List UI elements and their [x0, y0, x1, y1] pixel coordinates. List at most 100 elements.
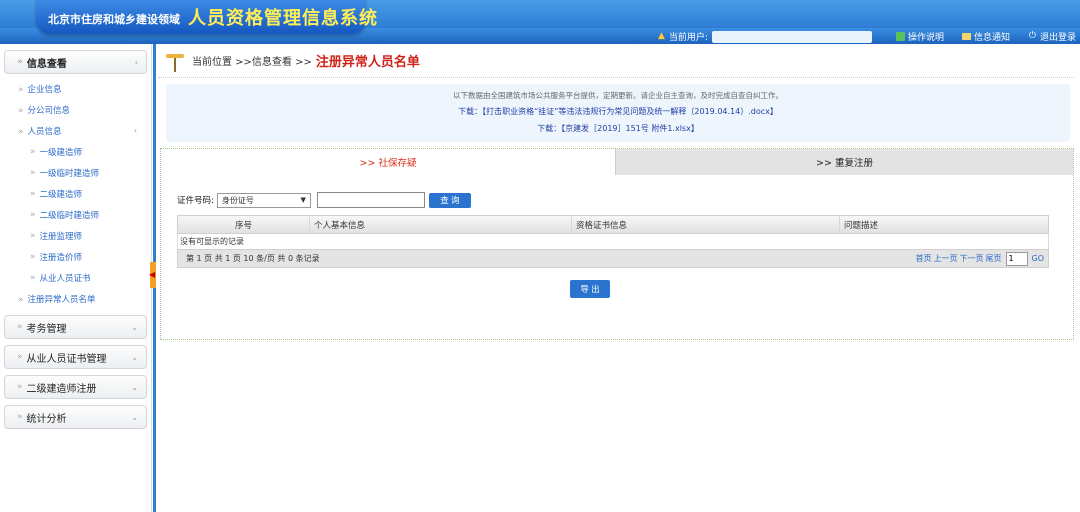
download-link-xlsx[interactable]: 下载：【京建发［2019］151号 附件1.xlsx】 [166, 123, 1070, 134]
current-user-value [711, 30, 872, 43]
current-user: ▲ 当前用户: [657, 30, 878, 43]
table-header: 序号 个人基本信息 资格证书信息 问题描述 [177, 215, 1049, 234]
book-icon [895, 32, 905, 41]
breadcrumb-prefix: 当前位置 >>信息查看 >> [192, 57, 312, 68]
arrow-left-icon: ◀ [149, 270, 156, 279]
sidebar-section-second-reg[interactable]: » 二级建造师注册 ⌄ [4, 375, 147, 399]
chevron-down-icon: ‹ [133, 126, 137, 135]
sidebar-subitem-label: 二级建造师 [39, 189, 83, 200]
breadcrumb: 当前位置 >>信息查看 >> 注册异常人员名单 [158, 44, 1074, 78]
help-label: 操作说明 [907, 33, 944, 43]
sidebar-subitem-label: 一级临时建造师 [39, 168, 100, 179]
sidebar-section-text: 信息查看 [26, 58, 67, 70]
current-user-label: 当前用户: [668, 33, 708, 43]
chevron-right-icon: » [30, 188, 36, 199]
sidebar-section-text: 从业人员证书管理 [26, 353, 107, 365]
sidebar-item-branch[interactable]: » 分公司信息 [0, 99, 151, 120]
notice-text: 以下数据由全国建筑市场公共服务平台提供，定期更新。请企业自主查询，及时完成自查自… [453, 91, 783, 100]
sidebar-section-text: 统计分析 [26, 413, 67, 425]
chevron-left-icon: ‹ [134, 57, 138, 67]
chevron-right-icon: » [30, 251, 36, 262]
sidebar-subitem-label: 一级建造师 [39, 147, 83, 158]
id-number-input[interactable] [316, 192, 425, 208]
sidebar-section-label: » 从业人员证书管理 [17, 350, 107, 365]
dropdown-arrow-icon: ▼ [300, 196, 306, 204]
results-table: 序号 个人基本信息 资格证书信息 问题描述 没有可显示的记录 第 1 页 共 1… [177, 215, 1049, 268]
sidebar-item-label: 分公司信息 [27, 105, 71, 116]
pagination-controls: 首页 上一页 下一页 尾页 GO [914, 251, 1045, 266]
sidebar-subitem-practitioner-cert[interactable]: » 从业人员证书 [0, 267, 151, 288]
chevron-right-icon: » [18, 126, 24, 137]
sidebar-item-personnel[interactable]: » 人员信息 ‹ [0, 120, 151, 141]
chevron-right-icon: » [17, 322, 23, 332]
column-header-cert: 资格证书信息 [572, 216, 840, 233]
search-row: 证件号码: 身份证号 ▼ 查 询 [177, 192, 471, 208]
next-page-link[interactable]: 下一页 [960, 253, 984, 264]
top-toolbar: ▲ 当前用户: 操作说明 信息通知 ⏻ 退出登录 [643, 29, 1080, 44]
system-title: 人员资格管理信息系统 [188, 8, 378, 29]
column-header-index: 序号 [178, 216, 310, 233]
chevron-down-icon: ⌄ [131, 352, 138, 362]
power-icon: ⏻ [1028, 31, 1037, 41]
notice-link[interactable]: 信息通知 [961, 30, 1010, 43]
prev-page-link[interactable]: 上一页 [934, 253, 958, 264]
chevron-down-icon: ⌄ [131, 322, 138, 332]
chevron-down-icon: ⌄ [131, 382, 138, 392]
chevron-right-icon: » [17, 412, 23, 422]
help-link[interactable]: 操作说明 [895, 30, 944, 43]
export-button[interactable]: 导 出 [570, 280, 610, 298]
tab-duplicate-registration[interactable]: >> 重复注册 [615, 149, 1073, 175]
logout-label: 退出登录 [1039, 33, 1076, 43]
query-button[interactable]: 查 询 [428, 192, 471, 208]
sidebar-section-text: 二级建造师注册 [26, 383, 97, 395]
sidebar-section-exam[interactable]: » 考务管理 ⌄ [4, 315, 147, 339]
sidebar-subitem-first-constructor[interactable]: » 一级建造师 [0, 141, 151, 162]
chevron-right-icon: » [17, 352, 23, 362]
id-type-select[interactable]: 身份证号 ▼ [216, 192, 311, 208]
sidebar-collapse-handle[interactable]: ◀ [149, 262, 156, 288]
last-page-link[interactable]: 尾页 [986, 253, 1002, 264]
download-link-docx[interactable]: 下载：【打击职业资格“挂证”等违法违规行为常见问题及统一解释（2019.04.1… [166, 106, 1070, 117]
empty-message: 没有可显示的记录 [177, 234, 1049, 249]
user-warning-icon: ▲ [657, 31, 665, 41]
envelope-icon [961, 33, 971, 40]
sidebar-item-label: 注册异常人员名单 [27, 294, 96, 305]
chevron-right-icon: » [30, 272, 36, 283]
sidebar-section-label: » 信息查看 [17, 55, 67, 70]
header-bar: 北京市住房和城乡建设领域 人员资格管理信息系统 ▲ 当前用户: 操作说明 信息通… [0, 0, 1080, 44]
sidebar-subitem-second-temp-constructor[interactable]: » 二级临时建造师 [0, 204, 151, 225]
pagination-info: 第 1 页 共 1 页 10 条/页 共 0 条记录 [186, 254, 320, 263]
sidebar-item-abnormal-list[interactable]: » 注册异常人员名单 [0, 288, 151, 309]
result-panel: >> 社保存疑 >> 重复注册 证件号码: 身份证号 ▼ 查 询 序号 个人基本… [160, 148, 1074, 340]
sidebar-item-label: 企业信息 [27, 84, 62, 95]
sidebar-subitem-label: 从业人员证书 [39, 273, 91, 284]
main-content: 当前位置 >>信息查看 >> 注册异常人员名单 以下数据由全国建筑市场公共服务平… [158, 44, 1080, 512]
sidebar-subitem-label: 注册监理师 [39, 231, 83, 242]
sidebar-subitem-first-temp-constructor[interactable]: » 一级临时建造师 [0, 162, 151, 183]
go-button[interactable]: GO [1032, 254, 1045, 263]
sidebar-subitem-second-constructor[interactable]: » 二级建造师 [0, 183, 151, 204]
sidebar-section-label: » 考务管理 [17, 320, 67, 335]
chevron-right-icon: » [18, 105, 24, 116]
logout-link[interactable]: ⏻ 退出登录 [1028, 30, 1076, 44]
sidebar-section-cert[interactable]: » 从业人员证书管理 ⌄ [4, 345, 147, 369]
chevron-right-icon: » [18, 84, 24, 95]
first-page-link[interactable]: 首页 [916, 253, 932, 264]
sidebar-subitem-cost-engineer[interactable]: » 注册造价师 [0, 246, 151, 267]
column-header-issue: 问题描述 [844, 220, 879, 231]
sidebar-section-info[interactable]: » 信息查看 ‹ [4, 50, 147, 74]
sidebar-section-label: » 二级建造师注册 [17, 380, 97, 395]
column-header-personal: 个人基本信息 [310, 216, 572, 233]
notice-label: 信息通知 [973, 33, 1010, 43]
sidebar-subitem-supervisor[interactable]: » 注册监理师 [0, 225, 151, 246]
chevron-down-icon: ⌄ [131, 412, 138, 422]
chevron-right-icon: » [17, 57, 23, 67]
sidebar-subitem-label: 二级临时建造师 [39, 210, 100, 221]
sidebar-item-enterprise[interactable]: » 企业信息 [0, 78, 151, 99]
sidebar-section-stats[interactable]: » 统计分析 ⌄ [4, 405, 147, 429]
tab-social-security[interactable]: >> 社保存疑 [161, 149, 615, 175]
chevron-right-icon: » [30, 230, 36, 241]
signpost-icon [166, 50, 184, 72]
page-number-input[interactable] [1005, 251, 1028, 266]
id-type-value: 身份证号 [221, 195, 254, 205]
